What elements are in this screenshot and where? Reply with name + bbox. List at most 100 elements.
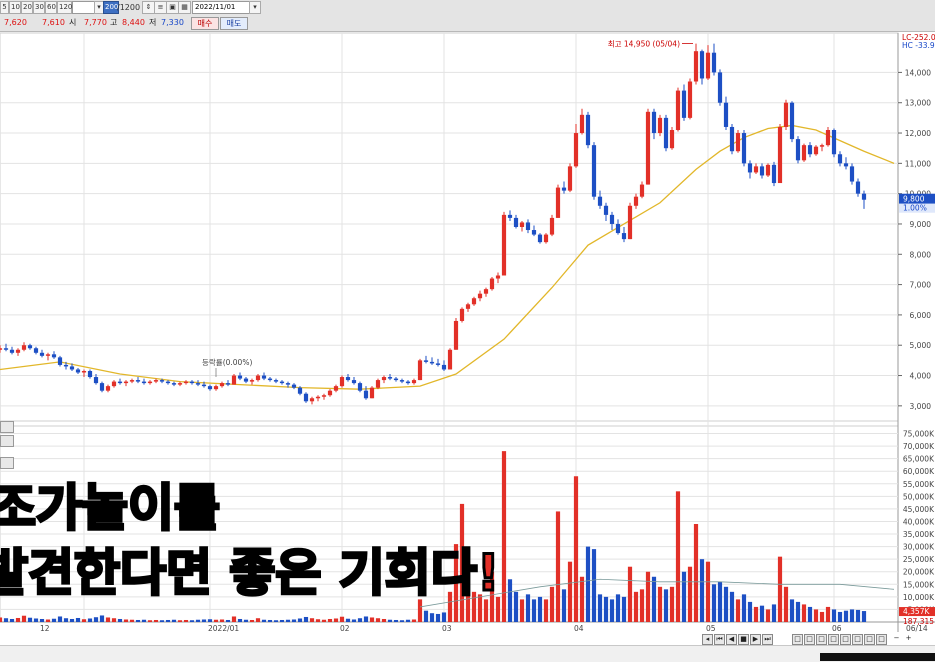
volume-bar bbox=[237, 618, 243, 622]
candle-body bbox=[207, 386, 213, 390]
volume-bar bbox=[231, 616, 237, 622]
scroll-next-icon[interactable]: ⏭ bbox=[762, 634, 773, 645]
candle-body bbox=[27, 345, 33, 349]
candle-body bbox=[513, 217, 519, 227]
volume-bar bbox=[69, 618, 75, 622]
volume-tick-label: 45,000K bbox=[903, 505, 935, 514]
candle-body bbox=[675, 90, 681, 130]
volume-bar bbox=[303, 616, 309, 622]
volume-tick-label: 15,000K bbox=[903, 580, 935, 589]
volume-bar bbox=[735, 599, 741, 622]
volume-bar bbox=[537, 596, 543, 622]
volume-bar bbox=[243, 619, 249, 622]
volume-bar bbox=[825, 606, 831, 622]
candle-body bbox=[801, 145, 807, 161]
zoom-box-icon[interactable]: □ bbox=[804, 634, 815, 645]
candle-body bbox=[423, 360, 429, 362]
volume-bar bbox=[429, 613, 435, 622]
date-tick-label: 02 bbox=[340, 624, 350, 633]
volume-ma-badge-text: 187,315 bbox=[903, 617, 934, 626]
volume-bar bbox=[297, 618, 303, 622]
volume-bar bbox=[687, 566, 693, 622]
zoom-in-icon[interactable]: + bbox=[904, 634, 913, 643]
candle-body bbox=[105, 386, 111, 391]
volume-bar bbox=[321, 619, 327, 622]
zoom-box-icon[interactable]: □ bbox=[840, 634, 851, 645]
candle-body bbox=[717, 72, 723, 103]
volume-bar bbox=[603, 596, 609, 622]
zoom-box-icon[interactable]: □ bbox=[828, 634, 839, 645]
candle-body bbox=[657, 117, 663, 134]
scroll-first-icon[interactable]: ◂ bbox=[702, 634, 713, 645]
zoom-box-icon[interactable]: □ bbox=[816, 634, 827, 645]
candle-body bbox=[723, 102, 729, 127]
price-tick-label: 13,000 bbox=[905, 99, 931, 108]
zoom-box-icon[interactable]: □ bbox=[864, 634, 875, 645]
candle-body bbox=[687, 81, 693, 118]
tool-button[interactable] bbox=[0, 457, 14, 469]
volume-bar bbox=[345, 618, 351, 622]
candle-body bbox=[309, 398, 315, 402]
candle-body bbox=[369, 387, 375, 399]
candle-body bbox=[0, 348, 3, 350]
candle-body bbox=[39, 352, 45, 356]
volume-tick-label: 30,000K bbox=[903, 543, 935, 552]
volume-bar bbox=[15, 617, 21, 622]
date-tick-label: 2022/01 bbox=[208, 624, 239, 633]
volume-bar bbox=[111, 618, 117, 622]
candle-body bbox=[351, 380, 357, 384]
zoom-box-icon[interactable]: □ bbox=[876, 634, 887, 645]
candle-body bbox=[639, 184, 645, 197]
candle-body bbox=[429, 361, 435, 364]
candle-body bbox=[99, 383, 105, 391]
tool-button[interactable] bbox=[0, 421, 14, 433]
candle-body bbox=[15, 349, 21, 353]
volume-bar bbox=[849, 609, 855, 622]
price-tick-label: 7,000 bbox=[910, 281, 932, 290]
volume-bar bbox=[681, 571, 687, 622]
zoom-out-icon[interactable]: − bbox=[892, 634, 901, 643]
candle-body bbox=[75, 369, 81, 373]
volume-bar bbox=[219, 619, 225, 622]
volume-bar bbox=[75, 617, 81, 622]
tool-button[interactable] bbox=[0, 435, 14, 447]
caption-white-text: 발견한다면 bbox=[0, 544, 230, 603]
volume-bar bbox=[357, 618, 363, 622]
candle-body bbox=[735, 133, 741, 152]
scroll-forward-icon[interactable]: ▶ bbox=[750, 634, 761, 645]
candle-body bbox=[861, 193, 867, 200]
volume-bar bbox=[399, 620, 405, 622]
caption-red-text: 조 bbox=[0, 479, 38, 538]
volume-bar bbox=[363, 616, 369, 622]
high-marker-label: 최고 14,950 (05/04) bbox=[608, 39, 680, 49]
scroll-back-icon[interactable]: ◀ bbox=[726, 634, 737, 645]
candle-body bbox=[693, 51, 699, 82]
zoom-box-icon[interactable]: □ bbox=[792, 634, 803, 645]
volume-bar bbox=[501, 451, 507, 622]
volume-bar bbox=[795, 601, 801, 622]
volume-bar bbox=[585, 546, 591, 622]
candle-body bbox=[333, 386, 339, 391]
caption-red-text: 좋은 기회다! bbox=[228, 544, 501, 603]
scroll-prev-icon[interactable]: ⏮ bbox=[714, 634, 725, 645]
current-pct-badge-text: 1.00% bbox=[903, 204, 927, 213]
volume-bar bbox=[369, 617, 375, 622]
volume-bar bbox=[435, 613, 441, 622]
candle-body bbox=[255, 375, 261, 381]
candle-body bbox=[411, 380, 417, 384]
stop-icon[interactable]: ■ bbox=[738, 634, 749, 645]
candle-body bbox=[159, 380, 165, 382]
volume-bar bbox=[831, 609, 837, 622]
candle-body bbox=[453, 320, 459, 350]
candle-body bbox=[9, 349, 15, 353]
zoom-box-icon[interactable]: □ bbox=[852, 634, 863, 645]
candle-body bbox=[669, 130, 675, 149]
candle-body bbox=[183, 381, 189, 384]
volume-bar bbox=[627, 566, 633, 622]
volume-bar bbox=[765, 609, 771, 622]
left-tool-panel bbox=[0, 421, 14, 661]
candle-body bbox=[651, 111, 657, 134]
candle-body bbox=[459, 308, 465, 321]
volume-bar bbox=[729, 591, 735, 622]
candle-body bbox=[405, 381, 411, 384]
